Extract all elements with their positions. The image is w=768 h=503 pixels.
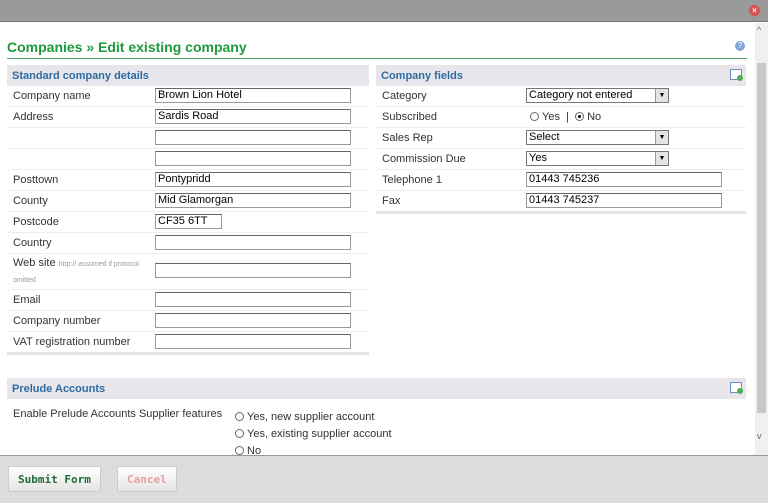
subscribed-no-radio[interactable] — [575, 112, 585, 121]
category-label: Category — [382, 90, 427, 102]
cancel-button[interactable]: Cancel — [117, 466, 177, 492]
subscribed-yes-radio[interactable] — [530, 112, 539, 121]
category-row: Category Category not entered ▼ — [376, 86, 746, 107]
standard-row: Company number — [7, 311, 369, 332]
title-divider — [7, 58, 747, 59]
standard-details-panel: Standard company details Company name Bro… — [7, 65, 369, 355]
section-title: Prelude Accounts — [12, 383, 106, 395]
prelude-option-existing[interactable]: Yes, existing supplier account — [235, 426, 392, 443]
prelude-option-no[interactable]: No — [235, 443, 392, 455]
telephone-row: Telephone 1 01443 745236 — [376, 170, 746, 191]
field-label: County — [13, 195, 48, 207]
country-input[interactable] — [155, 235, 351, 250]
section-title: Standard company details — [12, 70, 149, 82]
address-line-input[interactable] — [155, 130, 351, 145]
scroll-up-icon[interactable]: ^ — [757, 25, 761, 35]
dialog-titlebar: × — [0, 0, 768, 22]
company-fields-heading: Company fields — [376, 65, 746, 86]
standard-row: Email — [7, 290, 369, 311]
prelude-accounts-heading: Prelude Accounts — [7, 378, 746, 399]
email-input[interactable] — [155, 292, 351, 307]
no-label: No — [587, 111, 602, 123]
web-site-input[interactable] — [155, 263, 351, 278]
standard-row — [7, 149, 369, 170]
commission-select[interactable]: Yes ▼ — [526, 151, 669, 166]
postcode-input[interactable]: CF35 6TT — [155, 214, 222, 229]
dialog-content: Companies » Edit existing company ? Stan… — [0, 23, 755, 455]
field-label: VAT registration number — [13, 336, 131, 348]
chevron-down-icon: ▼ — [655, 89, 668, 102]
company-number-input[interactable] — [155, 313, 351, 328]
panel-settings-icon[interactable] — [730, 69, 743, 81]
address-line-input[interactable] — [155, 151, 351, 166]
field-label: Company name — [13, 90, 91, 102]
address-input[interactable]: Sardis Road — [155, 109, 351, 124]
standard-row: County Mid Glamorgan — [7, 191, 369, 212]
scrollbar-thumb[interactable] — [757, 63, 766, 413]
standard-row: Company name Brown Lion Hotel — [7, 86, 369, 107]
field-label: Postcode — [13, 216, 59, 228]
subscribed-label: Subscribed — [382, 111, 438, 123]
county-input[interactable]: Mid Glamorgan — [155, 193, 351, 208]
standard-row: Country — [7, 233, 369, 254]
company-name-input[interactable]: Brown Lion Hotel — [155, 88, 351, 103]
field-label: Posttown — [13, 174, 59, 186]
scroll-down-icon[interactable]: v — [757, 431, 762, 441]
company-fields-panel: Company fields Category Category not ente… — [376, 65, 746, 214]
telephone-input[interactable]: 01443 745236 — [526, 172, 722, 187]
standard-row: VAT registration number — [7, 332, 369, 355]
fax-row: Fax 01443 745237 — [376, 191, 746, 214]
field-label: Address — [13, 111, 54, 123]
help-icon[interactable]: ? — [735, 41, 745, 51]
standard-row: Web site http:// assumed if protocol omi… — [7, 254, 369, 290]
field-label: Country — [13, 237, 52, 249]
standard-row: Posttown Pontypridd — [7, 170, 369, 191]
posttown-input[interactable]: Pontypridd — [155, 172, 351, 187]
chevron-down-icon: ▼ — [655, 131, 668, 144]
subscribed-radios: Yes | No — [530, 111, 601, 123]
dialog-footer: Submit Form Cancel — [0, 455, 768, 503]
fax-input[interactable]: 01443 745237 — [526, 193, 722, 208]
category-select[interactable]: Category not entered ▼ — [526, 88, 669, 103]
submit-button[interactable]: Submit Form — [8, 466, 101, 492]
sales-rep-row: Sales Rep Select ▼ — [376, 128, 746, 149]
field-label: Email — [13, 294, 41, 306]
scrollbar[interactable]: ^ v — [755, 23, 768, 455]
prelude-label: Enable Prelude Accounts Supplier feature… — [13, 408, 223, 420]
sales-rep-select[interactable]: Select ▼ — [526, 130, 669, 145]
panel-settings-icon[interactable] — [730, 382, 743, 394]
standard-row: Address Sardis Road — [7, 107, 369, 128]
fax-label: Fax — [382, 195, 401, 207]
separator: | — [566, 111, 569, 123]
subscribed-row: Subscribed Yes | No — [376, 107, 746, 128]
yes-label: Yes — [542, 111, 560, 123]
field-label: Company number — [13, 315, 101, 327]
prelude-accounts-panel: Prelude Accounts Enable Prelude Accounts… — [7, 378, 746, 455]
prelude-option-new[interactable]: Yes, new supplier account — [235, 409, 392, 426]
telephone-label: Telephone 1 — [382, 174, 442, 186]
page-title: Companies » Edit existing company — [7, 39, 247, 55]
vat-registration-number-input[interactable] — [155, 334, 351, 349]
standard-row — [7, 128, 369, 149]
close-icon[interactable]: × — [749, 5, 760, 16]
prelude-options: Yes, new supplier account Yes, existing … — [235, 409, 392, 455]
commission-label: Commission Due — [382, 153, 466, 165]
standard-row: Postcode CF35 6TT — [7, 212, 369, 233]
section-title: Company fields — [381, 70, 463, 82]
field-label: Web site — [13, 257, 56, 269]
sales-rep-label: Sales Rep — [382, 132, 433, 144]
chevron-down-icon: ▼ — [655, 152, 668, 165]
commission-row: Commission Due Yes ▼ — [376, 149, 746, 170]
standard-details-heading: Standard company details — [7, 65, 369, 86]
